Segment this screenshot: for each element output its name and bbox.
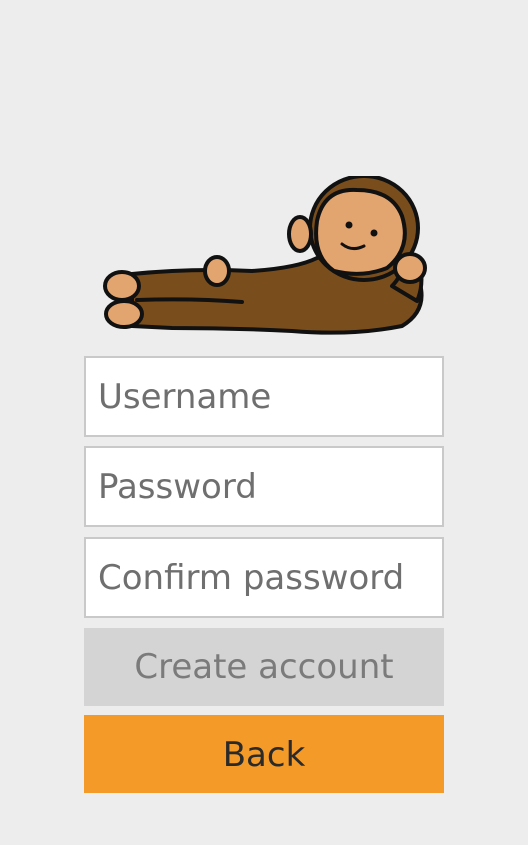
create-account-button[interactable]: Create account (84, 628, 444, 706)
password-input[interactable] (84, 446, 444, 527)
username-input[interactable] (84, 356, 444, 437)
confirm-password-input[interactable] (84, 537, 444, 618)
monkey-mascot-icon (103, 176, 427, 335)
back-button[interactable]: Back (84, 715, 444, 793)
